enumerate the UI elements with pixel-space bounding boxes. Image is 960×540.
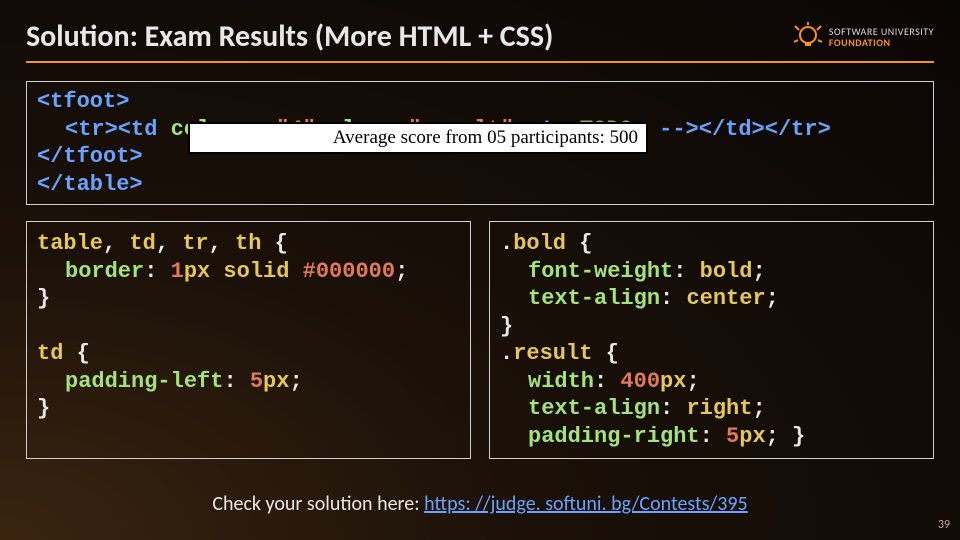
footer: Check your solution here: https: //judge… xyxy=(0,492,960,516)
page-number: 39 xyxy=(938,518,950,532)
code-box-css-left: table, td, tr, th { border: 1px solid #0… xyxy=(26,221,471,459)
footer-text: Check your solution here: xyxy=(212,492,424,516)
lightbulb-icon xyxy=(793,22,823,52)
logo: SOFTWARE UNIVERSITY FOUNDATION xyxy=(793,22,934,52)
preview-callout: Average score from 05 participants: 500 xyxy=(188,122,648,154)
code-box-css-right: .bold { font-weight: bold; text-align: c… xyxy=(489,221,934,459)
logo-line2: FOUNDATION xyxy=(829,37,934,48)
logo-line1: SOFTWARE UNIVERSITY xyxy=(829,26,934,37)
judge-link[interactable]: https: //judge. softuni. bg/Contests/395 xyxy=(424,492,748,516)
title-bar: Solution: Exam Results (More HTML + CSS)… xyxy=(26,18,934,63)
code: <tfoot> xyxy=(37,89,129,114)
slide-title: Solution: Exam Results (More HTML + CSS) xyxy=(26,18,553,55)
